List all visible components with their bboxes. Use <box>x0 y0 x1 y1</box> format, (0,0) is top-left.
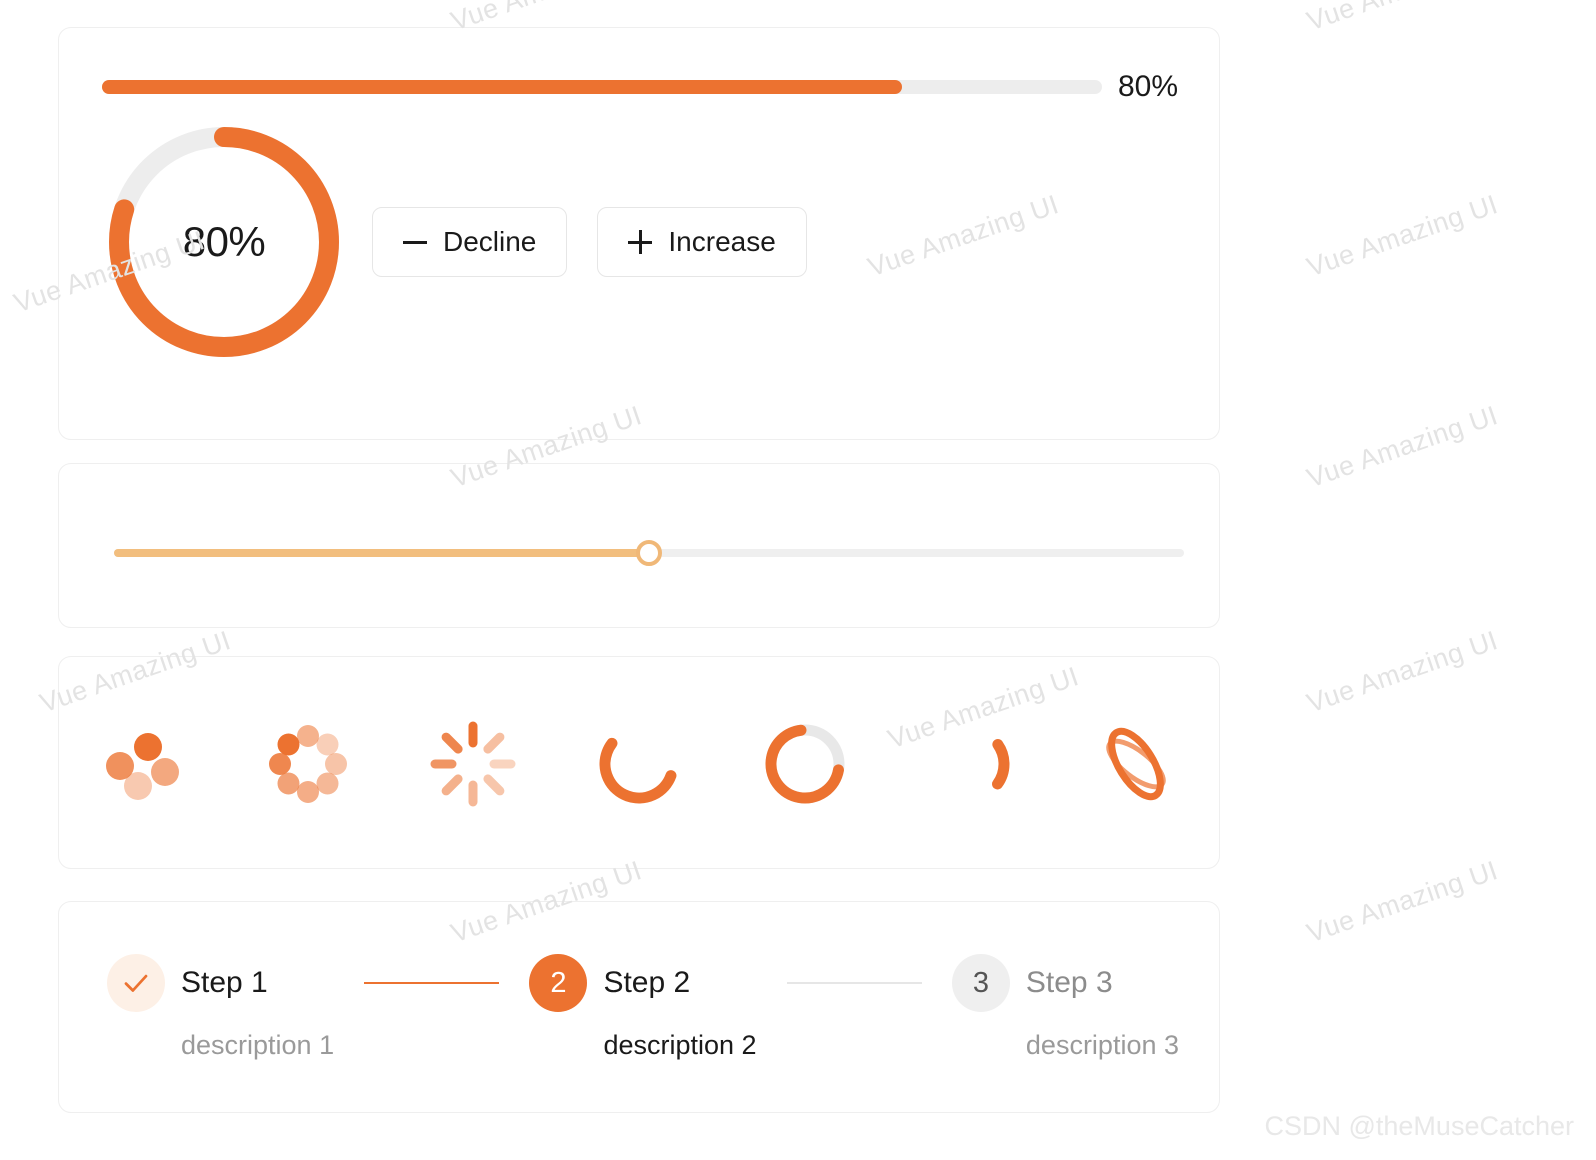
eight-dot-ring-spinner-icon <box>268 725 347 803</box>
watermark: Vue Amazing UI <box>1303 855 1502 949</box>
step-3-head: 3 Step 3 <box>951 954 1179 1012</box>
crescent-spinner <box>888 709 1054 819</box>
four-dot-spinner <box>59 709 225 819</box>
step-2-title: Step 2 <box>603 966 691 999</box>
slider-handle[interactable] <box>636 540 662 566</box>
step-connector-2 <box>786 982 922 984</box>
watermark: Vue Amazing UI <box>1303 0 1502 37</box>
increase-button[interactable]: Increase <box>597 207 807 277</box>
radial-bars-spinner <box>390 709 556 819</box>
step-1-description: description 1 <box>181 1030 335 1060</box>
step-1-head: Step 1 <box>107 954 334 1012</box>
decline-button[interactable]: Decline <box>372 207 568 277</box>
plus-icon <box>628 230 653 254</box>
circular-progress-row: 80% Decline Increase <box>102 120 807 364</box>
step-item-3[interactable]: 3 Step 3 description 3 <box>951 954 1179 1060</box>
spinner-card <box>58 656 1220 869</box>
circular-progress: 80% <box>102 120 346 364</box>
increase-button-label: Increase <box>668 226 776 257</box>
step-3-description: description 3 <box>1025 1030 1179 1060</box>
step-3-indicator: 3 <box>951 954 1010 1012</box>
linear-progress-track <box>102 80 1102 94</box>
step-item-2[interactable]: 2 Step 2 description 2 <box>529 954 757 1060</box>
progress-button-group: Decline Increase <box>372 207 807 277</box>
step-3-title: Step 3 <box>1025 966 1113 999</box>
arc-spinner-icon <box>599 724 679 804</box>
watermark: Vue Amazing UI <box>1303 189 1502 283</box>
slider-fill <box>114 549 649 557</box>
linear-progress: 80% <box>102 72 1178 102</box>
step-item-1[interactable]: Step 1 description 1 <box>107 954 334 1059</box>
minus-icon <box>403 230 427 254</box>
eight-dot-ring-spinner <box>225 709 391 819</box>
radial-bars-spinner-icon <box>430 721 516 807</box>
ring-track-spinner <box>722 709 888 819</box>
csdn-credit: CSDN @theMuseCatcher <box>1264 1111 1574 1141</box>
steps-card: Step 1 description 1 2 Step 2 descriptio… <box>58 901 1220 1113</box>
double-ellipse-spinner-icon <box>1106 727 1166 801</box>
watermark: Vue Amazing UI <box>1303 400 1502 494</box>
circular-progress-value: 80% <box>182 218 266 265</box>
decline-button-label: Decline <box>443 226 537 257</box>
step-connector-1 <box>364 982 500 984</box>
linear-progress-value: 80% <box>1117 70 1178 103</box>
arc-spinner <box>556 709 722 819</box>
watermark: Vue Amazing UI <box>1303 625 1502 719</box>
step-1-title: Step 1 <box>181 966 268 999</box>
linear-progress-fill <box>102 80 902 94</box>
app-root: Vue Amazing UI Vue Amazing UI Vue Amazin… <box>0 0 1596 1160</box>
slider-card <box>58 463 1220 628</box>
steps: Step 1 description 1 2 Step 2 descriptio… <box>107 954 1179 1059</box>
step-2-description: description 2 <box>603 1030 757 1060</box>
ring-track-spinner-icon <box>765 724 845 804</box>
double-ellipse-spinner <box>1053 709 1219 819</box>
progress-card: 80% 80% Decline Increase <box>58 27 1220 440</box>
spinner-row <box>59 709 1219 819</box>
step-2-head: 2 Step 2 <box>529 954 756 1012</box>
step-2-indicator: 2 <box>529 954 588 1012</box>
crescent-spinner-icon <box>930 724 1010 804</box>
check-icon <box>124 974 148 992</box>
slider[interactable] <box>114 540 1184 566</box>
step-1-indicator <box>107 954 165 1012</box>
four-dot-spinner-icon <box>105 733 179 800</box>
